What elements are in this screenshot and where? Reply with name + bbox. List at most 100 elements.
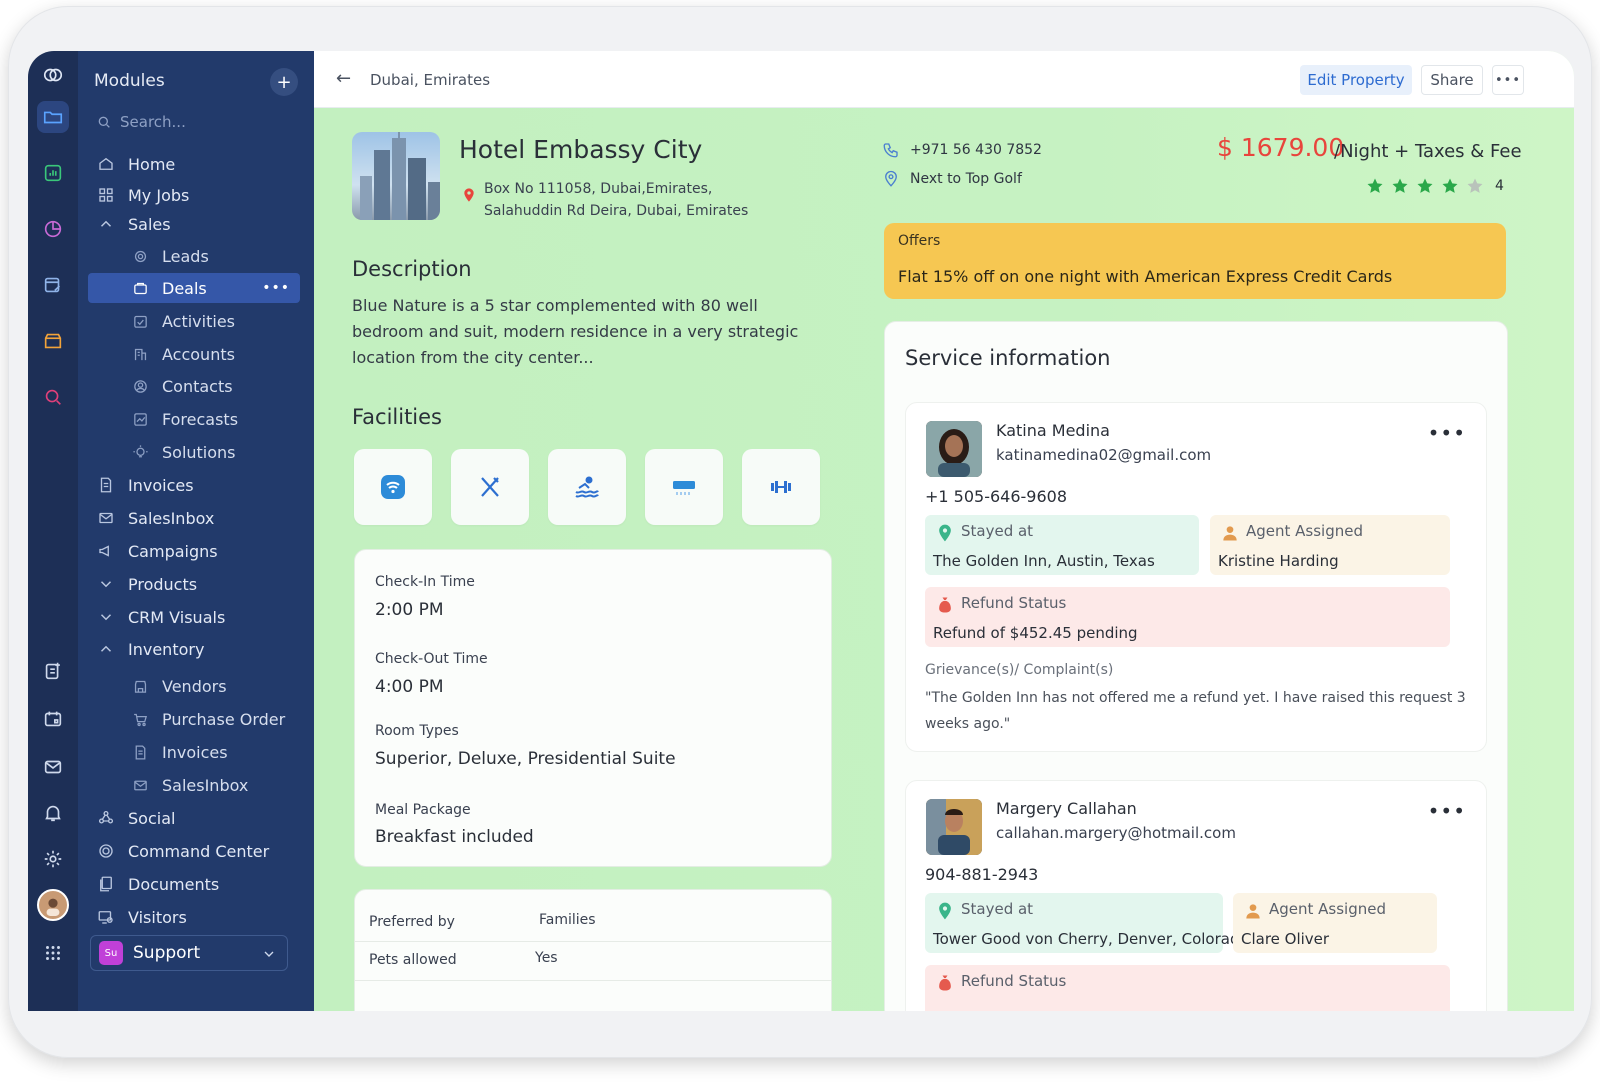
more-options-button[interactable]: ••• xyxy=(1492,65,1524,95)
star-filled-icon xyxy=(1417,178,1433,193)
money-bag-icon xyxy=(939,975,951,991)
sidebar-item-inventory-invoices[interactable]: Invoices xyxy=(78,737,314,767)
inbox-icon xyxy=(96,508,116,528)
add-module-button[interactable]: + xyxy=(270,68,298,96)
edit-property-button[interactable]: Edit Property xyxy=(1300,65,1412,95)
user-avatar[interactable] xyxy=(37,889,69,921)
star-filled-icon xyxy=(1392,178,1408,193)
agent-assigned-value: Kristine Harding xyxy=(1218,552,1339,570)
sidebar-item-activities[interactable]: Activities xyxy=(78,306,314,336)
sidebar-item-my-jobs[interactable]: My Jobs xyxy=(78,180,314,210)
bell-icon[interactable] xyxy=(37,797,69,829)
sidebar-item-invoices[interactable]: Invoices xyxy=(78,470,314,500)
agent-assigned-pill: Agent Assigned Kristine Harding xyxy=(1210,515,1450,575)
refund-status-value: Refund of $452.45 pending xyxy=(933,624,1138,642)
more-options-icon[interactable]: ••• xyxy=(1428,799,1466,823)
hotel-image xyxy=(352,132,440,220)
sidebar-item-label: Campaigns xyxy=(128,541,218,561)
sidebar-item-label: Documents xyxy=(128,874,220,894)
preferred-by-value: Families xyxy=(539,912,596,928)
meal-package-label: Meal Package xyxy=(375,802,471,818)
agent-assigned-value: Clare Oliver xyxy=(1241,930,1330,948)
settings-icon[interactable] xyxy=(37,843,69,875)
folder-icon[interactable] xyxy=(37,101,69,133)
divider xyxy=(355,980,831,981)
sidebar-item-visitors[interactable]: Visitors xyxy=(78,902,314,932)
hotel-phone: +971 56 430 7852 xyxy=(882,141,1042,159)
calendar-icon[interactable] xyxy=(37,703,69,735)
customer-avatar xyxy=(926,421,982,477)
meal-package-value: Breakfast included xyxy=(375,827,534,847)
sidebar-item-purchase-order[interactable]: Purchase Order xyxy=(78,704,314,734)
sidebar-item-salesinbox[interactable]: SalesInbox xyxy=(78,503,314,533)
chevron-down-icon xyxy=(96,607,116,627)
calendar-edit-icon[interactable] xyxy=(37,269,69,301)
sidebar-item-label: Invoices xyxy=(162,742,228,762)
support-badge: Su xyxy=(99,941,123,965)
hotel-address: Box No 111058, Dubai,Emirates, Salahuddi… xyxy=(484,178,748,222)
customer-name: Katina Medina xyxy=(996,421,1110,440)
location-icon xyxy=(885,170,897,187)
sidebar-item-vendors[interactable]: Vendors xyxy=(78,671,314,701)
search-analytics-icon[interactable] xyxy=(37,381,69,413)
stayed-at-value: Tower Good von Cherry, Denver, Colorado xyxy=(933,930,1249,948)
apps-grid-icon[interactable] xyxy=(37,937,69,969)
sidebar-item-contacts[interactable]: Contacts xyxy=(78,371,314,401)
phone-number: +971 56 430 7852 xyxy=(910,142,1042,158)
sidebar-item-inventory-salesinbox[interactable]: SalesInbox xyxy=(78,770,314,800)
description-heading: Description xyxy=(352,257,472,281)
activities-icon xyxy=(130,311,150,331)
sidebar-item-solutions[interactable]: Solutions xyxy=(78,437,314,467)
invoice-icon xyxy=(130,742,150,762)
pie-chart-icon[interactable] xyxy=(37,213,69,245)
sidebar-item-leads[interactable]: Leads xyxy=(78,241,314,271)
sidebar-item-inventory[interactable]: Inventory xyxy=(78,634,314,664)
sidebar-item-accounts[interactable]: Accounts xyxy=(78,339,314,369)
back-arrow-icon[interactable]: ← xyxy=(336,68,351,89)
sidebar-item-campaigns[interactable]: Campaigns xyxy=(78,536,314,566)
air-conditioner-icon xyxy=(645,449,723,525)
sidebar-item-label: My Jobs xyxy=(128,185,190,205)
location-pin-icon xyxy=(939,524,951,542)
sidebar-item-deals[interactable]: Deals ••• xyxy=(88,273,300,303)
leads-icon xyxy=(130,246,150,266)
building-icon xyxy=(130,344,150,364)
mail-icon[interactable] xyxy=(37,751,69,783)
app-logo-icon[interactable] xyxy=(37,59,69,91)
customer-phone: +1 505-646-9608 xyxy=(925,487,1068,506)
pets-allowed-value: Yes xyxy=(535,950,558,966)
hotel-landmark: Next to Top Golf xyxy=(882,170,1022,188)
sidebar-item-crm-visuals[interactable]: CRM Visuals xyxy=(78,602,314,632)
sidebar-item-command-center[interactable]: Command Center xyxy=(78,836,314,866)
sidebar-item-forecasts[interactable]: Forecasts xyxy=(78,404,314,434)
location-pin-icon xyxy=(461,187,477,207)
stayed-at-label: Stayed at xyxy=(961,522,1034,540)
sidebar-search[interactable]: Search... xyxy=(96,113,186,131)
modules-sidebar: Modules + Search... Home My Jobs Sales L… xyxy=(78,51,314,1011)
service-heading: Service information xyxy=(905,346,1111,370)
app-screen: Modules + Search... Home My Jobs Sales L… xyxy=(28,51,1574,1011)
checkin-label: Check-In Time xyxy=(375,574,475,590)
chevron-down-icon xyxy=(261,946,277,967)
sidebar-item-documents[interactable]: Documents xyxy=(78,869,314,899)
more-options-icon[interactable]: ••• xyxy=(262,280,290,296)
customer-card: Margery Callahan callahan.margery@hotmai… xyxy=(905,780,1487,1011)
contact-icon xyxy=(130,376,150,396)
inbox-icon xyxy=(130,775,150,795)
sidebar-item-home[interactable]: Home xyxy=(78,149,314,179)
forecast-icon xyxy=(130,409,150,429)
more-options-icon[interactable]: ••• xyxy=(1428,421,1466,445)
share-button[interactable]: Share xyxy=(1421,65,1483,95)
sidebar-item-label: Activities xyxy=(162,311,235,331)
sidebar-item-products[interactable]: Products xyxy=(78,569,314,599)
preferred-by-label: Preferred by xyxy=(369,914,455,930)
chevron-up-icon xyxy=(96,639,116,659)
store-icon[interactable] xyxy=(37,325,69,357)
add-note-icon[interactable] xyxy=(37,655,69,687)
sidebar-item-label: Vendors xyxy=(162,676,227,696)
support-selector[interactable]: Su Support xyxy=(90,935,288,971)
agent-assigned-label: Agent Assigned xyxy=(1246,522,1364,540)
sidebar-item-social[interactable]: Social xyxy=(78,803,314,833)
analytics-icon[interactable] xyxy=(37,157,69,189)
sidebar-item-sales[interactable]: Sales xyxy=(78,209,314,239)
